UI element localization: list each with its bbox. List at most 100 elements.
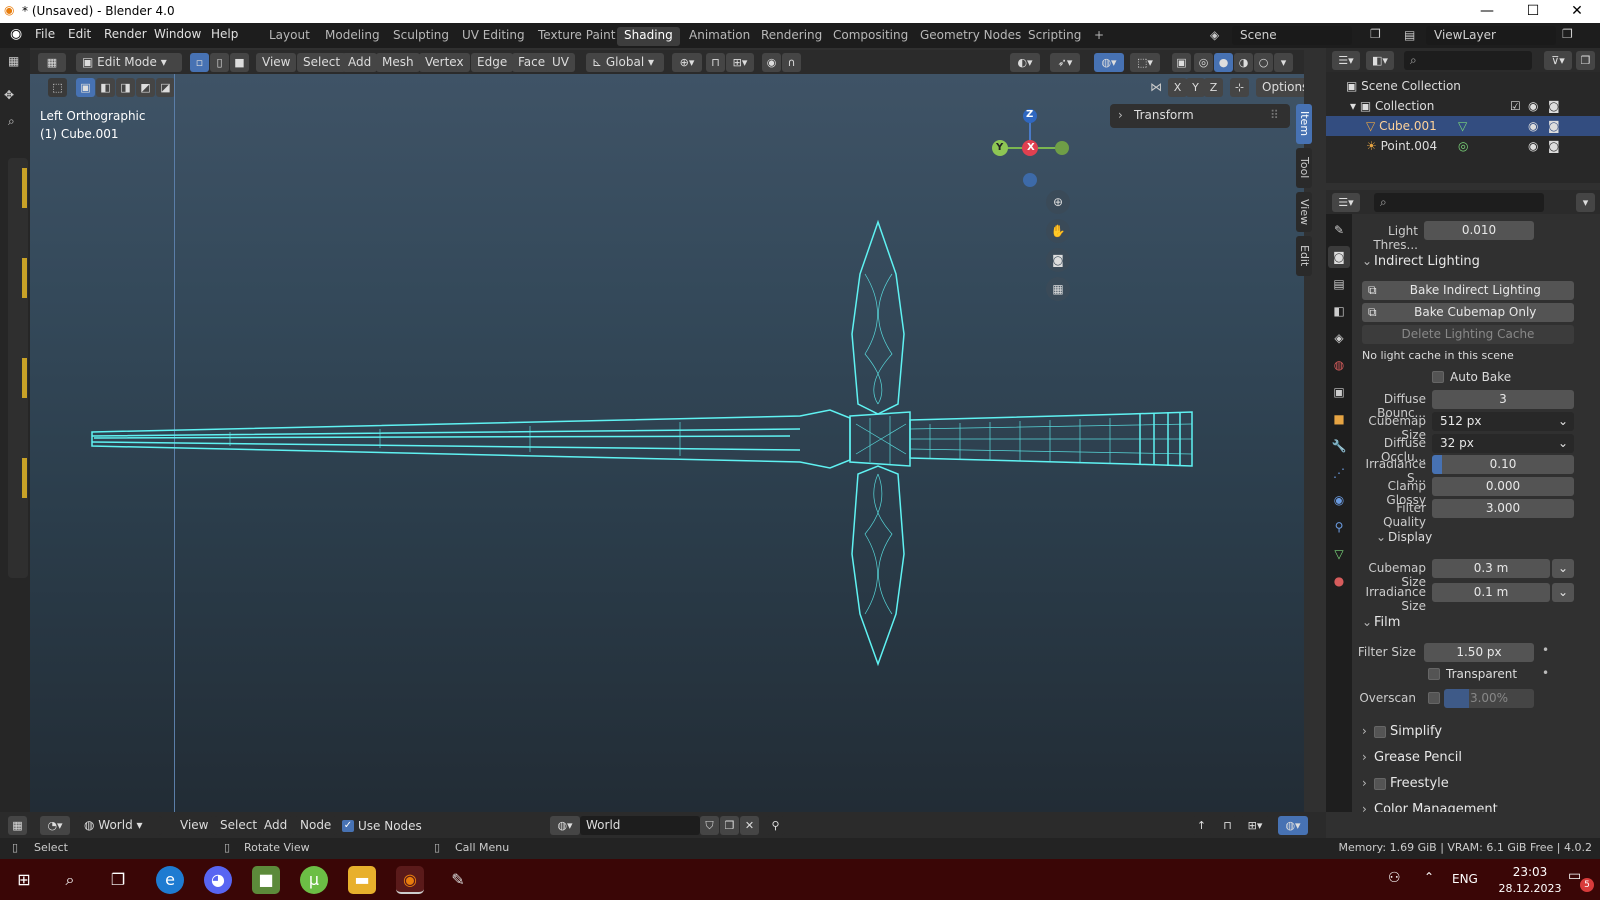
chevron-down-icon[interactable]: ⌄ bbox=[1376, 530, 1386, 544]
outliner-item-point[interactable]: ☀ Point.004 ◎ ◉ ◙ bbox=[1326, 136, 1600, 156]
file-explorer-icon[interactable]: ▬ bbox=[348, 866, 376, 894]
cubemap-display-toggle-icon[interactable]: ⌄ bbox=[1552, 559, 1574, 578]
chevron-right-icon[interactable]: › bbox=[1362, 802, 1367, 812]
diffuse-occlusion-select[interactable]: 32 px ⌄ bbox=[1432, 434, 1574, 453]
transparent-checkbox[interactable] bbox=[1428, 668, 1440, 680]
edge-browser-icon[interactable]: e bbox=[156, 866, 184, 894]
particles-tab-icon[interactable]: ⋰ bbox=[1328, 462, 1350, 484]
unlink-world-icon[interactable]: ✕ bbox=[740, 816, 759, 835]
menu-file[interactable]: File bbox=[35, 27, 55, 41]
viewlayer-selector[interactable]: ViewLayer bbox=[1426, 26, 1556, 45]
notifications-icon[interactable]: ▭ bbox=[1568, 868, 1581, 884]
pin-icon[interactable]: ⚲ bbox=[766, 816, 785, 835]
object-tab-icon[interactable]: ■ bbox=[1328, 408, 1350, 430]
tab-geometry-nodes[interactable]: Geometry Nodes bbox=[913, 27, 1028, 46]
rendered-shading-icon[interactable]: ○ bbox=[1254, 53, 1273, 72]
tab-sculpting[interactable]: Sculpting bbox=[386, 27, 456, 46]
filter-icon[interactable]: ⊽▾ bbox=[1544, 51, 1572, 70]
blender-taskbar-icon[interactable]: ◉ bbox=[396, 866, 424, 894]
minecraft-icon[interactable]: ■ bbox=[252, 866, 280, 894]
eye-icon[interactable]: ◉ bbox=[1528, 116, 1538, 136]
indirect-lighting-title[interactable]: Indirect Lighting bbox=[1374, 254, 1480, 269]
tray-chevron-icon[interactable]: ⌃ bbox=[1424, 870, 1434, 884]
node-menu-node[interactable]: Node bbox=[294, 816, 338, 835]
edge-select-icon[interactable]: ▯ bbox=[210, 53, 229, 72]
app-taskbar-icon[interactable]: ✎ bbox=[444, 866, 472, 894]
chevron-down-icon[interactable]: ⌄ bbox=[1362, 615, 1372, 629]
minimize-button[interactable]: — bbox=[1464, 0, 1510, 23]
auto-bake-checkbox[interactable] bbox=[1432, 371, 1444, 383]
tab-scripting[interactable]: Scripting bbox=[1021, 27, 1088, 46]
close-button[interactable]: ✕ bbox=[1554, 0, 1600, 23]
menu-edge[interactable]: Edge bbox=[471, 53, 514, 72]
outliner-editor-icon[interactable]: ☰▾ bbox=[1332, 51, 1360, 70]
tab-tool[interactable]: Tool bbox=[1296, 148, 1312, 188]
mesh-overlays-icon[interactable]: ⬚▾ bbox=[1130, 53, 1160, 72]
material-shading-icon[interactable]: ◑ bbox=[1234, 53, 1253, 72]
fake-user-icon[interactable]: ⛉ bbox=[700, 816, 719, 835]
outliner-item-cube[interactable]: ▽ Cube.001 ▽ ◉ ◙ bbox=[1326, 116, 1600, 136]
language-indicator[interactable]: ENG bbox=[1452, 872, 1478, 886]
menu-render[interactable]: Render bbox=[104, 27, 147, 41]
camera-icon[interactable]: ◙ bbox=[1046, 248, 1070, 272]
menu-mesh[interactable]: Mesh bbox=[376, 53, 420, 72]
bake-cubemap-button[interactable]: ⧉ Bake Cubemap Only bbox=[1362, 303, 1574, 322]
eye-icon[interactable]: ◉ bbox=[1528, 96, 1538, 116]
windows-start-icon[interactable]: ⊞ bbox=[10, 866, 38, 894]
clamp-glossy-field[interactable]: 0.000 bbox=[1432, 477, 1574, 496]
chevron-right-icon[interactable]: › bbox=[1362, 776, 1367, 790]
tab-compositing[interactable]: Compositing bbox=[826, 27, 915, 46]
tab-edit[interactable]: Edit bbox=[1296, 236, 1312, 276]
simplify-checkbox[interactable] bbox=[1374, 726, 1386, 738]
gizmo-toggle-icon[interactable]: ➶▾ bbox=[1050, 53, 1080, 72]
menu-window[interactable]: Window bbox=[154, 27, 201, 41]
copy-viewlayer-icon[interactable]: ❐ bbox=[1562, 27, 1573, 41]
modifier-tab-icon[interactable]: 🔧 bbox=[1328, 435, 1350, 457]
use-nodes-checkbox[interactable]: ✓ bbox=[342, 820, 354, 832]
checkbox-icon[interactable]: ☑ bbox=[1510, 96, 1521, 116]
freestyle-checkbox[interactable] bbox=[1374, 778, 1386, 790]
transform-panel[interactable]: › Transform ⠿ bbox=[1110, 104, 1290, 128]
film-title[interactable]: Film bbox=[1374, 615, 1400, 630]
new-collection-icon[interactable]: ❐ bbox=[1576, 51, 1595, 70]
tab-animation[interactable]: Animation bbox=[682, 27, 757, 46]
shader-type-icon[interactable]: ◔▾ bbox=[40, 816, 70, 835]
falloff-icon[interactable]: ∩ bbox=[782, 53, 801, 72]
node-menu-select[interactable]: Select bbox=[214, 816, 264, 835]
people-icon[interactable]: ⚇ bbox=[1388, 870, 1401, 886]
menu-add[interactable]: Add bbox=[342, 53, 378, 72]
filter-quality-field[interactable]: 3.000 bbox=[1432, 499, 1574, 518]
tab-shading[interactable]: Shading bbox=[617, 27, 680, 46]
add-workspace-icon[interactable]: + bbox=[1087, 27, 1111, 46]
wireframe-shading-icon[interactable]: ◎ bbox=[1194, 53, 1213, 72]
material-tab-icon[interactable]: ● bbox=[1328, 570, 1350, 592]
proportional-edit-icon[interactable]: ◉ bbox=[762, 53, 781, 72]
collection-tab-icon[interactable]: ▣ bbox=[1328, 381, 1350, 403]
search-icon[interactable]: ⌕ bbox=[56, 866, 84, 894]
task-view-icon[interactable]: ❐ bbox=[104, 866, 132, 894]
camera-render-icon[interactable]: ◙ bbox=[1548, 136, 1560, 156]
blender-menu-icon[interactable]: ◉ bbox=[10, 26, 22, 42]
tool-cursor-icon[interactable]: ✥ bbox=[4, 88, 14, 102]
solid-shading-icon[interactable]: ● bbox=[1214, 53, 1233, 72]
cubemap-size-select[interactable]: 512 px ⌄ bbox=[1432, 412, 1574, 431]
display-subpanel-title[interactable]: Display bbox=[1388, 530, 1432, 544]
mesh-data-icon[interactable]: ▽ bbox=[1458, 116, 1467, 136]
pan-hand-icon[interactable]: ✋ bbox=[1046, 219, 1070, 243]
properties-options-icon[interactable]: ▾ bbox=[1576, 193, 1595, 212]
copy-scene-icon[interactable]: ❐ bbox=[1370, 27, 1381, 41]
constraints-tab-icon[interactable]: ⚲ bbox=[1328, 516, 1350, 538]
properties-search-input[interactable]: ⌕ bbox=[1374, 193, 1544, 212]
visibility-icon[interactable]: ◐▾ bbox=[1010, 53, 1040, 72]
display-irradiance-size-field[interactable]: 0.1 m bbox=[1432, 583, 1550, 602]
simplify-title[interactable]: Simplify bbox=[1390, 724, 1442, 739]
display-mode-icon[interactable]: ◧▾ bbox=[1366, 51, 1394, 70]
node-menu-add[interactable]: Add bbox=[258, 816, 294, 835]
node-menu-view[interactable]: View bbox=[174, 816, 215, 835]
irradiance-smoothing-slider[interactable]: 0.10 bbox=[1432, 455, 1574, 474]
grid-toggle-icon[interactable]: ▦ bbox=[1046, 277, 1070, 301]
xray-icon[interactable]: ▣ bbox=[1172, 53, 1191, 72]
eye-icon[interactable]: ◉ bbox=[1528, 136, 1538, 156]
tool-tab-icon[interactable]: ✎ bbox=[1328, 219, 1350, 241]
vertex-select-icon[interactable]: ▫ bbox=[190, 53, 209, 72]
